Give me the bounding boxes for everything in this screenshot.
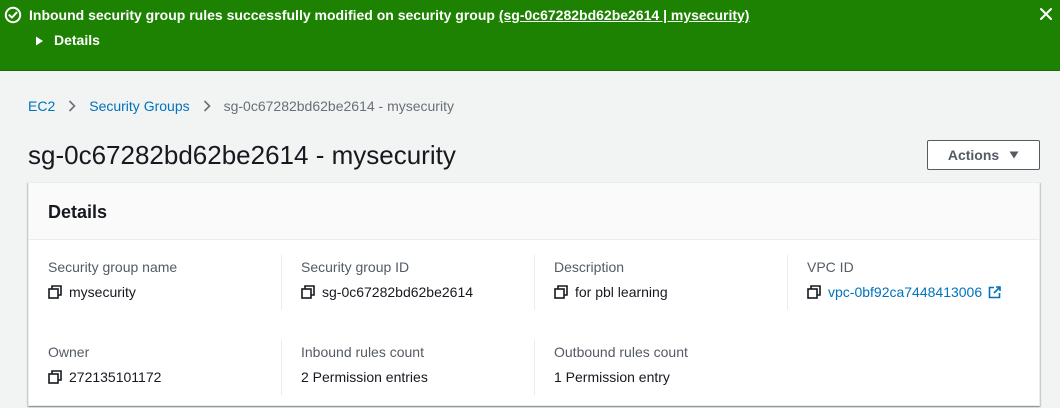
page-title: sg-0c67282bd62be2614 - mysecurity bbox=[28, 140, 456, 170]
success-icon bbox=[4, 6, 22, 24]
field-label: Description bbox=[554, 259, 625, 275]
field-outbound-rules-count: Outbound rules count 1 Permission entry bbox=[535, 340, 788, 395]
field-security-group-id: Security group ID sg-0c67282bd62be2614 bbox=[282, 255, 535, 310]
flash-details-toggle[interactable]: Details bbox=[34, 32, 100, 49]
description-value: for pbl learning bbox=[575, 284, 668, 300]
field-security-group-name: Security group name mysecurity bbox=[29, 255, 282, 310]
copy-icon[interactable] bbox=[807, 285, 821, 299]
details-heading: Details bbox=[48, 202, 108, 222]
field-value: 272135101172 bbox=[48, 368, 161, 386]
actions-button-label: Actions bbox=[947, 147, 1000, 163]
close-icon[interactable] bbox=[1038, 6, 1054, 22]
breadcrumb-security-groups[interactable]: Security Groups bbox=[89, 97, 189, 115]
inbound-rules-count-value: 2 Permission entries bbox=[301, 369, 428, 385]
field-label: Inbound rules count bbox=[301, 344, 424, 360]
field-label: Security group ID bbox=[301, 259, 410, 275]
field-description: Description for pbl learning bbox=[535, 255, 788, 310]
field-vpc-id: VPC ID vpc-0bf92ca7448413006 bbox=[788, 255, 1041, 310]
field-label: Owner bbox=[48, 344, 90, 360]
flash-security-group-link[interactable]: (sg-0c67282bd62be2614 | mysecurity) bbox=[499, 7, 750, 23]
chevron-right-icon bbox=[203, 100, 211, 112]
copy-icon[interactable] bbox=[301, 285, 315, 299]
copy-icon[interactable] bbox=[554, 285, 568, 299]
flash-details-label: Details bbox=[54, 32, 100, 48]
field-value: sg-0c67282bd62be2614 bbox=[301, 283, 473, 301]
field-inbound-rules-count: Inbound rules count 2 Permission entries bbox=[282, 340, 535, 395]
owner-value: 272135101172 bbox=[69, 369, 162, 385]
success-flash-banner: Inbound security group rules successfull… bbox=[0, 0, 1060, 71]
details-panel: Details Security group name mysecurity S… bbox=[28, 182, 1040, 406]
field-value: 2 Permission entries bbox=[301, 368, 428, 386]
outbound-rules-count-value: 1 Permission entry bbox=[554, 369, 670, 385]
field-label: VPC ID bbox=[807, 259, 854, 275]
copy-icon[interactable] bbox=[48, 370, 62, 384]
details-panel-header: Details bbox=[29, 183, 1039, 240]
caret-down-icon bbox=[1009, 151, 1019, 159]
breadcrumb-current: sg-0c67282bd62be2614 - mysecurity bbox=[223, 98, 454, 114]
field-value: 1 Permission entry bbox=[554, 368, 670, 386]
copy-icon[interactable] bbox=[48, 285, 62, 299]
field-value: vpc-0bf92ca7448413006 bbox=[807, 283, 1001, 301]
field-label: Outbound rules count bbox=[554, 344, 688, 360]
flash-message-text: Inbound security group rules successfull… bbox=[29, 7, 495, 23]
actions-dropdown-button[interactable]: Actions bbox=[927, 140, 1040, 170]
field-owner: Owner 272135101172 bbox=[29, 340, 282, 395]
breadcrumb-ec2[interactable]: EC2 bbox=[28, 97, 55, 115]
field-value: mysecurity bbox=[48, 283, 136, 301]
flash-message: Inbound security group rules successfull… bbox=[29, 7, 749, 24]
vpc-id-link[interactable]: vpc-0bf92ca7448413006 bbox=[828, 283, 982, 301]
caret-right-icon bbox=[36, 36, 43, 45]
breadcrumb: EC2 Security Groups sg-0c67282bd62be2614… bbox=[28, 97, 454, 115]
chevron-right-icon bbox=[69, 100, 76, 112]
security-group-id-value: sg-0c67282bd62be2614 bbox=[322, 284, 474, 300]
field-value: for pbl learning bbox=[554, 283, 668, 301]
security-group-name-value: mysecurity bbox=[69, 284, 136, 300]
field-label: Security group name bbox=[48, 259, 178, 275]
external-link-icon[interactable] bbox=[988, 285, 1001, 299]
